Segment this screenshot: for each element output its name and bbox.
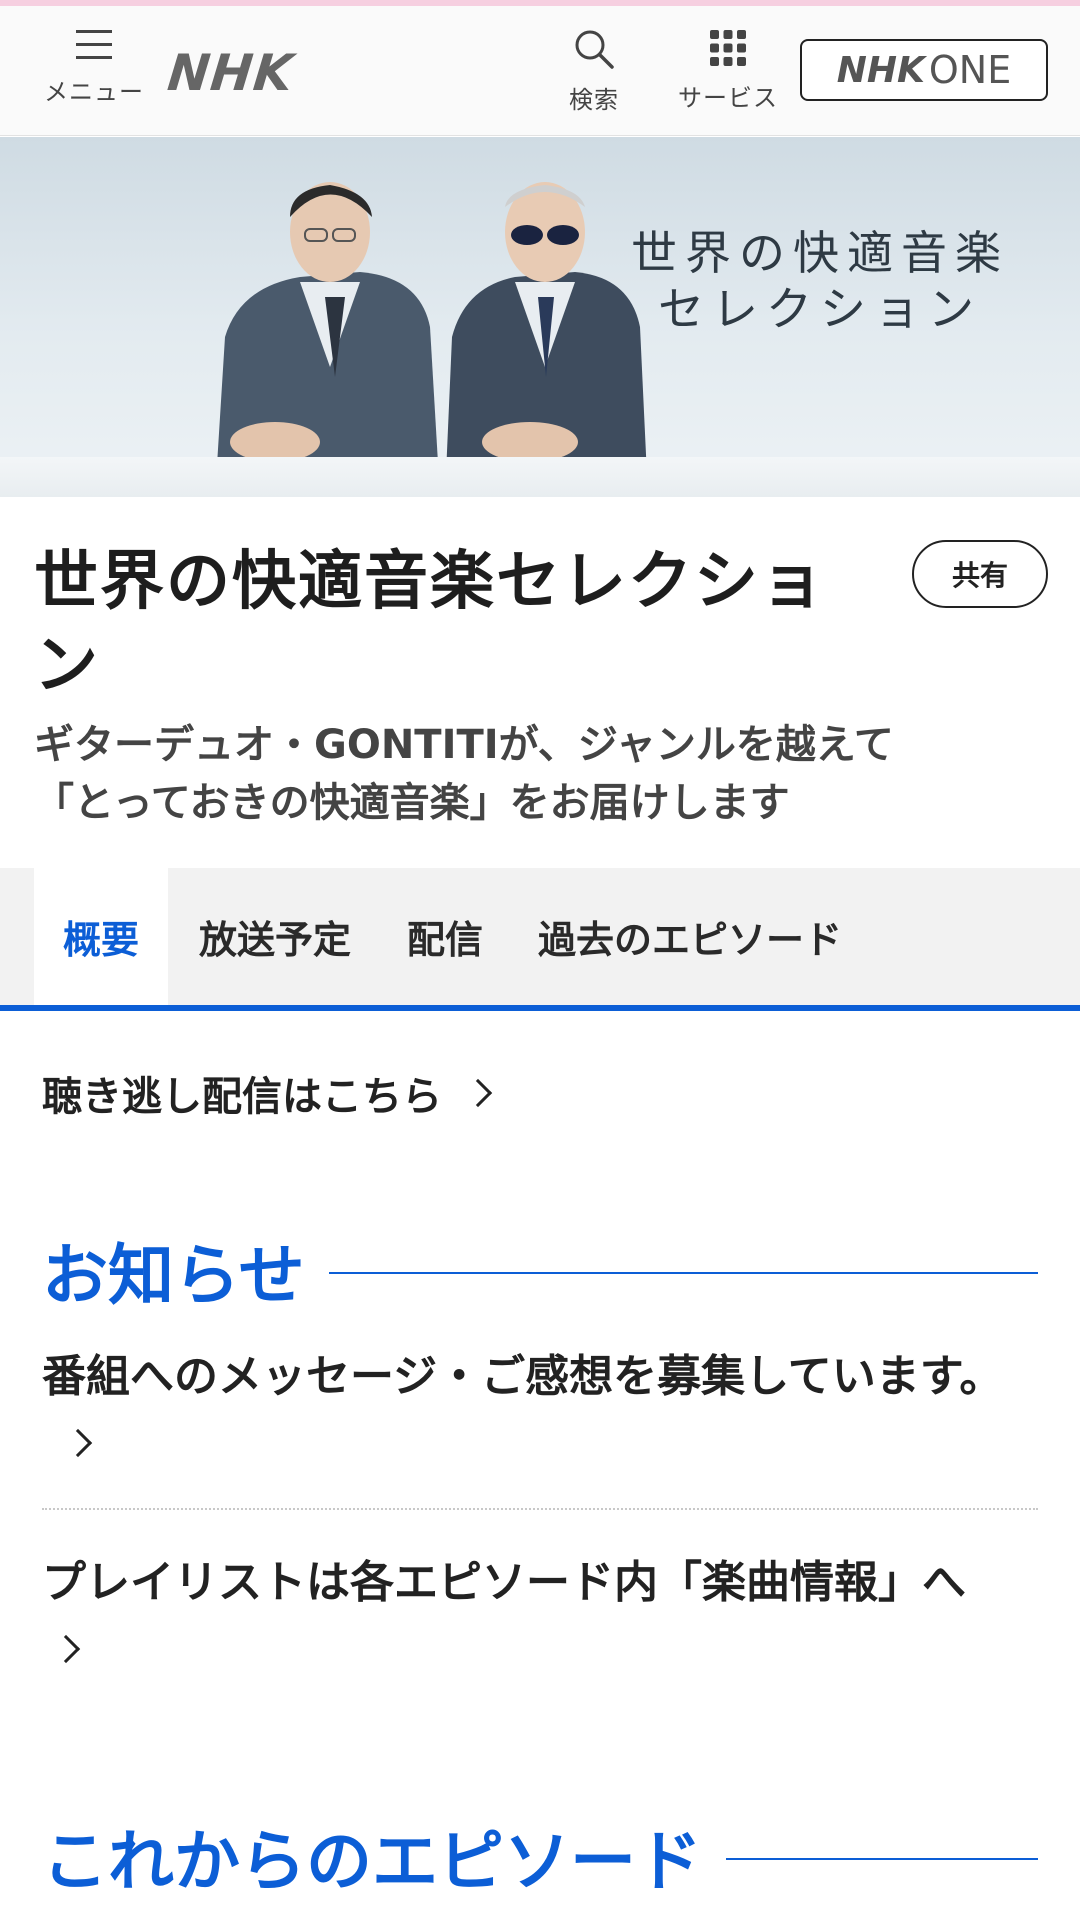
notices-section-heading: お知らせ <box>42 1222 1038 1318</box>
tab-schedule[interactable]: 放送予定 <box>180 868 370 1005</box>
search-label: 検索 <box>569 86 619 114</box>
tab-overview[interactable]: 概要 <box>34 868 168 1005</box>
services-button[interactable]: サービス <box>668 28 788 113</box>
notice-item[interactable]: 番組へのメッセージ・ご感想を募集しています。 <box>42 1346 1038 1470</box>
search-icon <box>575 30 614 69</box>
menu-label: メニュー <box>44 78 144 106</box>
chevron-right-icon <box>63 1428 93 1458</box>
missed-broadcast-link[interactable]: 聴き逃し配信はこちら <box>42 1064 493 1122</box>
upcoming-section-heading: これからのエピソード <box>42 1808 1038 1904</box>
program-description: ギターデュオ・GONTITIが、ジャンルを越えて「とっておきの快適音楽」をお届け… <box>34 722 894 826</box>
heading-rule <box>328 1272 1038 1274</box>
grid-icon <box>710 30 746 66</box>
nhk-logo[interactable]: NHK <box>165 44 297 102</box>
tab-streaming[interactable]: 配信 <box>390 868 500 1005</box>
missed-broadcast-label: 聴き逃し配信はこちら <box>42 1074 442 1120</box>
hero-title-line1: 世界の快適音楽 <box>631 226 1009 280</box>
nhk-one-logo-one: ONE <box>928 48 1012 92</box>
chevron-right-icon <box>51 1634 81 1664</box>
hero-table-surface <box>0 457 1080 497</box>
hero-title-overlay: 世界の快適音楽 セレクション <box>600 225 1040 337</box>
share-button[interactable]: 共有 <box>912 540 1048 608</box>
search-button[interactable]: 検索 <box>548 28 640 115</box>
menu-button[interactable]: メニュー <box>34 28 154 107</box>
notice-item[interactable]: プレイリストは各エピソード内「楽曲情報」へ <box>42 1552 1038 1676</box>
nhk-one-button[interactable]: NHK ONE <box>800 39 1048 101</box>
program-hero-image: 世界の快適音楽 セレクション <box>0 137 1080 497</box>
site-header: メニュー NHK 検索 サービス NHK ONE <box>0 6 1080 136</box>
upcoming-heading: これからのエピソード <box>42 1823 702 1900</box>
nhk-one-logo-nhk: NHK <box>836 49 925 91</box>
notice-item-text: 番組へのメッセージ・ご感想を募集しています。 <box>42 1351 1004 1402</box>
services-label: サービス <box>678 84 778 112</box>
program-tabs: 概要 放送予定 配信 過去のエピソード <box>0 868 1080 1011</box>
heading-rule <box>726 1858 1038 1860</box>
notice-item-text: プレイリストは各エピソード内「楽曲情報」へ <box>42 1557 966 1608</box>
chevron-right-icon <box>463 1078 493 1108</box>
notice-divider <box>42 1508 1038 1510</box>
program-title: 世界の快適音楽セレクション <box>34 545 826 703</box>
hero-title-line2: セレクション <box>658 282 982 336</box>
notices-heading: お知らせ <box>42 1237 305 1314</box>
tab-past-episodes[interactable]: 過去のエピソード <box>520 868 860 1005</box>
hamburger-icon <box>76 30 112 59</box>
